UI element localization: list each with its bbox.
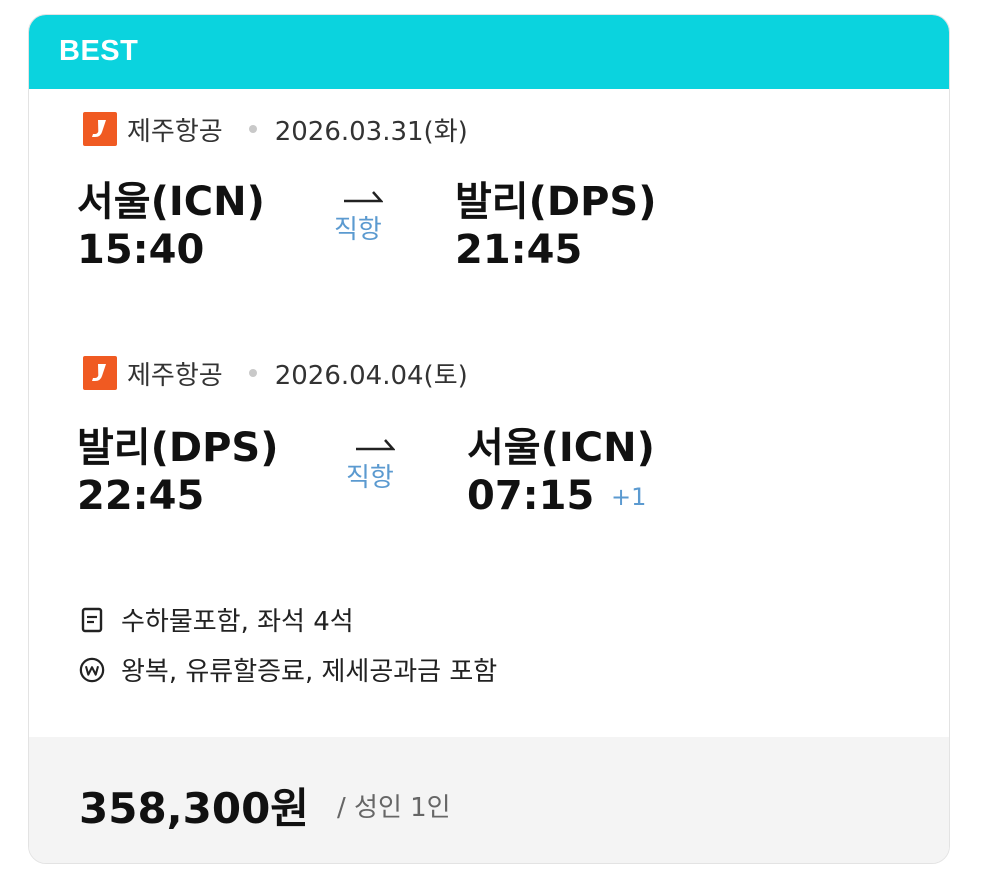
arrow-right-icon [356, 439, 395, 451]
flight-date: 2026.04.04(토) [274, 360, 468, 391]
next-day-indicator: +1 [611, 483, 647, 511]
arrival-city: 서울(ICN) [467, 425, 655, 471]
jeju-air-logo-icon [83, 112, 117, 146]
total-price: 358,300원 [79, 784, 309, 833]
baggage-info-text: 수하물포함, 좌석 4석 [121, 607, 354, 637]
arrival-city: 발리(DPS) [455, 179, 657, 225]
airline-row: 제주항공 2026.03.31(화) [83, 111, 468, 147]
airline-name: 제주항공 [127, 360, 223, 391]
flight-date: 2026.03.31(화) [274, 116, 468, 147]
departure-city: 발리(DPS) [77, 425, 279, 471]
price-per-person: / 성인 1인 [337, 793, 451, 823]
won-coin-icon [79, 657, 105, 683]
airline-row: 제주항공 2026.04.04(토) [83, 355, 468, 391]
price-footer: 358,300원 / 성인 1인 [29, 737, 949, 863]
separator-dot [248, 369, 257, 377]
fare-info-row: 왕복, 유류할증료, 제세공과금 포함 [79, 651, 497, 688]
flight-result-card[interactable]: BEST 제주항공 2026.03.31(화) 서울(ICN) 15:40 직항… [28, 14, 950, 864]
departure-city: 서울(ICN) [77, 179, 265, 225]
baggage-info-row: 수하물포함, 좌석 4석 [79, 601, 354, 638]
arrival-time: 07:15 [467, 473, 595, 519]
jeju-air-logo-icon [83, 356, 117, 390]
departure-time: 22:45 [77, 473, 205, 519]
fare-info-text: 왕복, 유류할증료, 제세공과금 포함 [121, 657, 498, 687]
direct-flight-label: 직항 [334, 215, 382, 245]
direct-flight-label: 직항 [346, 463, 394, 493]
airline-name: 제주항공 [127, 116, 223, 147]
document-icon [79, 607, 105, 633]
departure-time: 15:40 [77, 227, 205, 273]
arrival-time: 21:45 [455, 227, 583, 273]
best-badge-bar: BEST [29, 15, 949, 89]
best-badge-label: BEST [59, 35, 139, 67]
separator-dot [248, 125, 257, 133]
arrow-right-icon [344, 191, 383, 203]
